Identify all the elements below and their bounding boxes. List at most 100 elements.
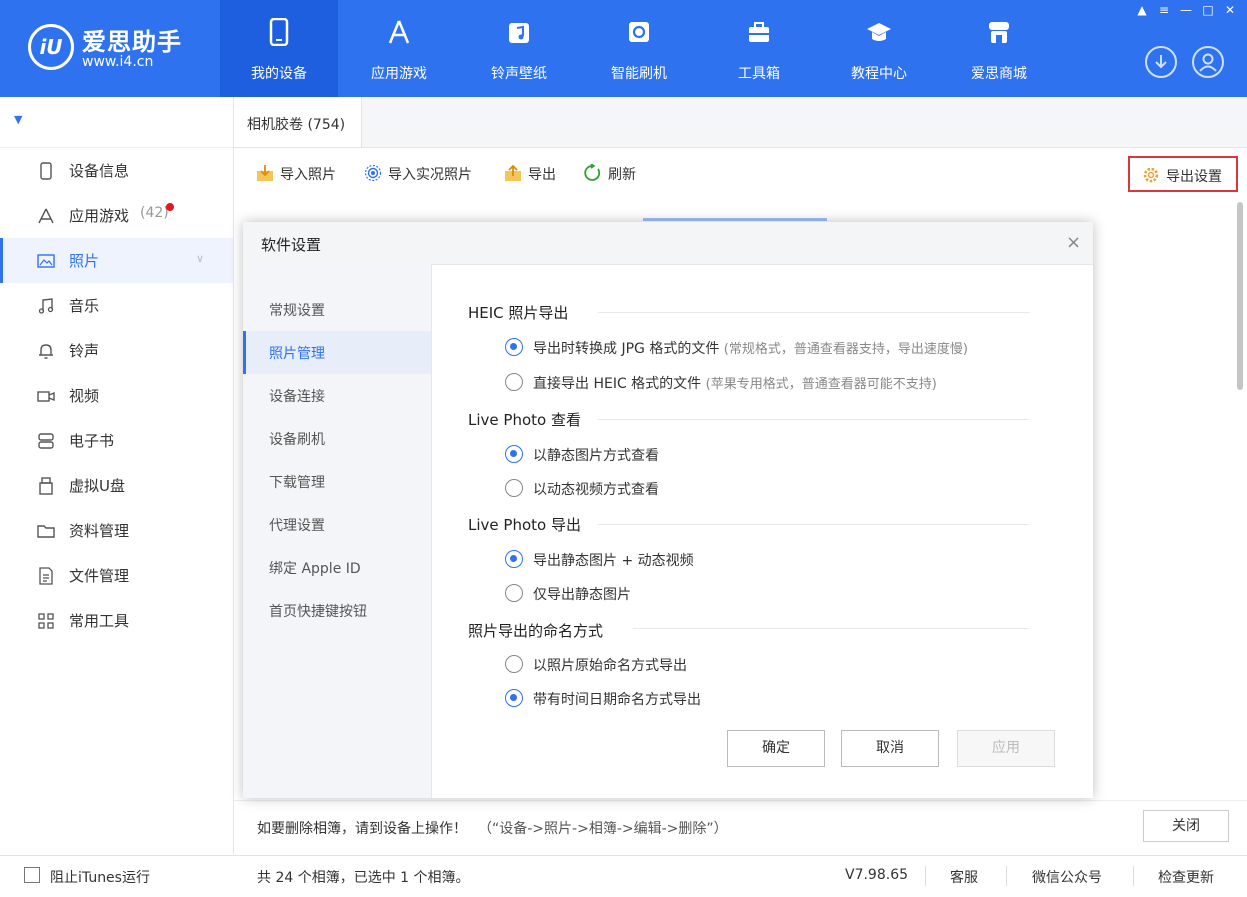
- nav-toolbox[interactable]: 工具箱: [700, 0, 818, 97]
- sidebar-item-label: 文件管理: [69, 567, 130, 585]
- divider: [925, 866, 926, 886]
- tab-bar: 相机胶卷 (754): [234, 97, 1247, 148]
- dialog-nav-connection[interactable]: 设备连接: [243, 374, 431, 417]
- export-settings-button[interactable]: 导出设置: [1128, 156, 1238, 192]
- section-live-export-title: Live Photo 导出: [468, 516, 581, 534]
- sidebar-item-device-info[interactable]: 设备信息: [0, 148, 233, 193]
- sidebar-item-apps[interactable]: 应用游戏 (42): [0, 193, 233, 238]
- dialog-nav: 常规设置 照片管理 设备连接 设备刷机 下载管理 代理设置 绑定 Apple I…: [243, 264, 432, 798]
- nav-my-device[interactable]: 我的设备: [220, 0, 338, 97]
- radio-unchecked[interactable]: [505, 655, 523, 673]
- dialog-nav-label: 设备刷机: [269, 432, 325, 448]
- sidebar: ▼ 设备信息 应用游戏 (42) 照片 ∨ 音乐 铃声 视频 电子书 虚拟U盘 …: [0, 97, 234, 854]
- album-summary: 共 24 个相簿，已选中 1 个相簿。: [257, 870, 470, 886]
- music-note-icon: [38, 298, 54, 314]
- toolbox-icon: [749, 22, 769, 42]
- export-settings-label: 导出设置: [1166, 169, 1222, 185]
- import-photos-button[interactable]: 导入照片: [256, 164, 336, 186]
- minimize-icon[interactable]: —: [1177, 2, 1195, 18]
- sidebar-item-ringtones[interactable]: 铃声: [0, 328, 233, 373]
- option-label: 仅导出静态图片: [533, 587, 631, 603]
- wechat-link[interactable]: 微信公众号: [1032, 867, 1102, 887]
- dialog-nav-label: 设备连接: [269, 389, 325, 405]
- maximize-icon[interactable]: □: [1199, 2, 1217, 18]
- radio-checked[interactable]: [505, 689, 523, 707]
- tab-camera-roll[interactable]: 相机胶卷 (754): [234, 97, 362, 147]
- radio-checked[interactable]: [505, 445, 523, 463]
- option-label: 直接导出 HEIC 格式的文件: [533, 376, 702, 392]
- skin-icon[interactable]: ▲: [1133, 2, 1151, 18]
- selected-album-highlight: [643, 218, 827, 221]
- radio-checked[interactable]: [505, 338, 523, 356]
- refresh-button[interactable]: 刷新: [584, 164, 636, 186]
- divider: [1133, 866, 1134, 886]
- nav-shop[interactable]: 爱思商城: [940, 0, 1058, 97]
- sidebar-item-tools[interactable]: 常用工具: [0, 598, 233, 643]
- nav-label: 应用游戏: [371, 66, 427, 82]
- import-icon: [257, 165, 273, 181]
- nav-label: 教程中心: [851, 66, 907, 82]
- dialog-nav-flash[interactable]: 设备刷机: [243, 417, 431, 460]
- download-icon: [1155, 55, 1167, 69]
- dialog-nav-label: 下载管理: [269, 475, 325, 491]
- apply-button[interactable]: 应用: [957, 730, 1055, 767]
- dialog-nav-apple-id[interactable]: 绑定 Apple ID: [243, 546, 431, 589]
- dialog-nav-general[interactable]: 常规设置: [243, 288, 431, 331]
- sidebar-item-music[interactable]: 音乐: [0, 283, 233, 328]
- sidebar-item-usb[interactable]: 虚拟U盘: [0, 463, 233, 508]
- nav-tutorials[interactable]: 教程中心: [820, 0, 938, 97]
- option-label: 以静态图片方式查看: [533, 448, 659, 464]
- app-icon: [38, 208, 54, 224]
- nav-flash[interactable]: 智能刷机: [580, 0, 698, 97]
- customer-service-link[interactable]: 客服: [950, 867, 978, 887]
- device-selector[interactable]: ▼: [0, 97, 233, 148]
- block-itunes-label: 阻止iTunes运行: [50, 870, 150, 886]
- sidebar-item-files[interactable]: 文件管理: [0, 553, 233, 598]
- cancel-button[interactable]: 取消: [841, 730, 939, 767]
- close-icon[interactable]: ×: [1066, 232, 1081, 253]
- nav-apps-games[interactable]: 应用游戏: [340, 0, 458, 97]
- radio-unchecked[interactable]: [505, 584, 523, 602]
- radio-unchecked[interactable]: [505, 373, 523, 391]
- option-label: 以照片原始命名方式导出: [533, 658, 687, 674]
- close-icon[interactable]: ✕: [1221, 2, 1239, 18]
- settings-dialog: 软件设置 × 常规设置 照片管理 设备连接 设备刷机 下载管理 代理设置 绑定 …: [243, 222, 1093, 798]
- sidebar-item-photos[interactable]: 照片 ∨: [0, 238, 233, 283]
- dialog-nav-photo[interactable]: 照片管理: [243, 331, 431, 374]
- dialog-nav-label: 首页快捷键按钮: [269, 604, 367, 620]
- sidebar-item-label: 应用游戏: [69, 207, 130, 225]
- import-live-label: 导入实况照片: [388, 167, 472, 183]
- scrollbar[interactable]: [1237, 202, 1243, 390]
- menu-icon[interactable]: ≡: [1155, 2, 1173, 18]
- export-button[interactable]: 导出: [504, 164, 556, 186]
- nav-label: 爱思商城: [971, 66, 1027, 82]
- refresh-icon: [629, 22, 649, 42]
- sidebar-item-ebooks[interactable]: 电子书: [0, 418, 233, 463]
- block-itunes-checkbox[interactable]: [24, 867, 40, 883]
- logo-mark: iU: [28, 24, 74, 70]
- brand-name: 爱思助手: [82, 28, 182, 56]
- check-update-link[interactable]: 检查更新: [1158, 867, 1214, 887]
- download-button[interactable]: [1145, 46, 1177, 78]
- dialog-nav-download[interactable]: 下载管理: [243, 460, 431, 503]
- option-hint: (苹果专用格式，普通查看器可能不支持): [705, 377, 937, 392]
- account-button[interactable]: [1192, 46, 1224, 78]
- ok-button[interactable]: 确定: [727, 730, 825, 767]
- nav-ringtones[interactable]: 铃声壁纸: [460, 0, 578, 97]
- option-label: 以动态视频方式查看: [533, 482, 659, 498]
- sidebar-item-video[interactable]: 视频: [0, 373, 233, 418]
- section-live-view-title: Live Photo 查看: [468, 411, 581, 429]
- status-bar: 阻止iTunes运行 共 24 个相簿，已选中 1 个相簿。 V7.98.65 …: [0, 855, 1247, 897]
- folder-icon: [37, 525, 55, 538]
- window-controls: ▲ ≡ — □ ✕: [1129, 2, 1239, 18]
- option-label: 导出时转换成 JPG 格式的文件: [533, 341, 720, 357]
- sidebar-item-data[interactable]: 资料管理: [0, 508, 233, 553]
- radio-unchecked[interactable]: [505, 479, 523, 497]
- dialog-nav-shortcuts[interactable]: 首页快捷键按钮: [243, 589, 431, 632]
- nav-label: 智能刷机: [611, 66, 667, 82]
- dialog-nav-proxy[interactable]: 代理设置: [243, 503, 431, 546]
- import-live-photos-button[interactable]: 导入实况照片: [364, 164, 472, 186]
- radio-checked[interactable]: [505, 550, 523, 568]
- nav-label: 工具箱: [738, 66, 780, 82]
- close-button[interactable]: 关闭: [1143, 810, 1229, 842]
